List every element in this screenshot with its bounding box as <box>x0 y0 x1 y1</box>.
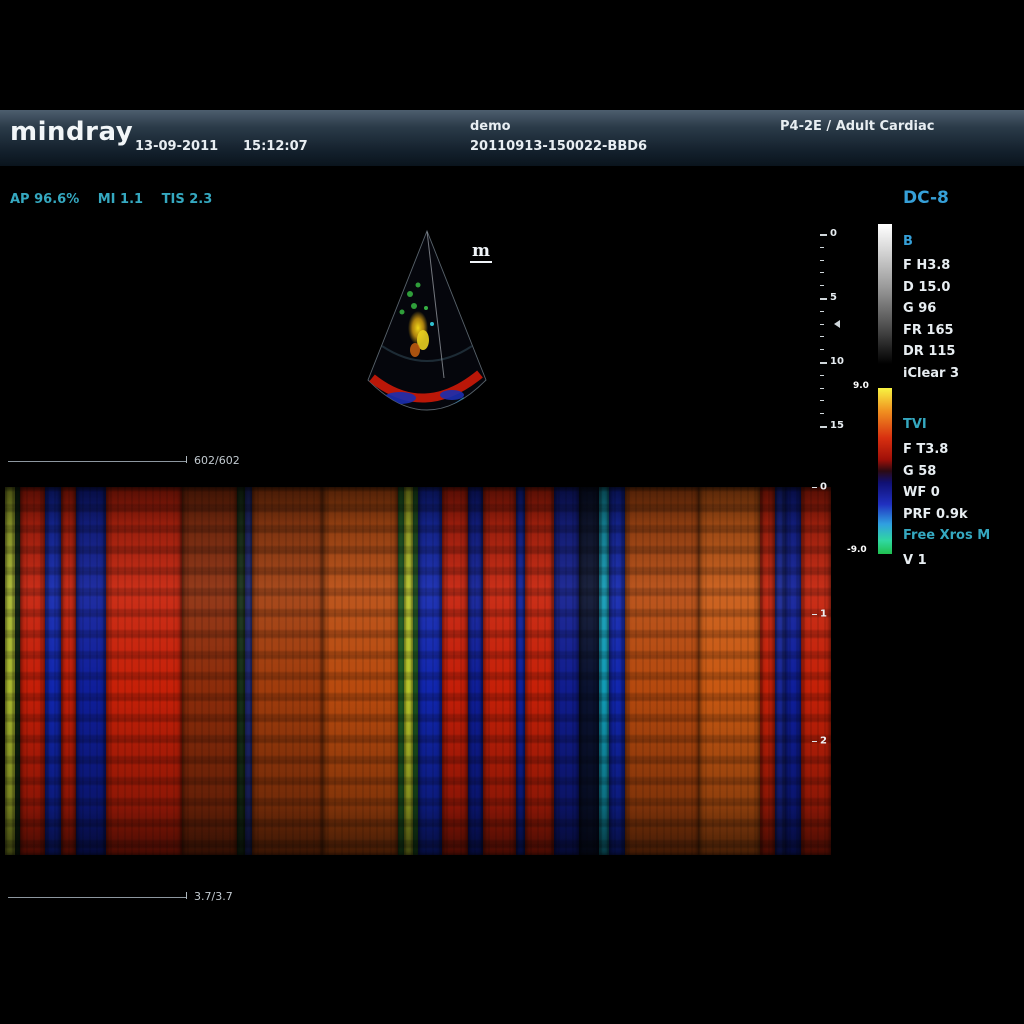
top-ruler-tick <box>186 456 187 463</box>
header-bar: mindray 13-09-2011 15:12:07 demo 2011091… <box>0 110 1024 166</box>
depth-tick <box>820 375 824 376</box>
mmode-tick <box>812 487 817 488</box>
mmode-stripe <box>237 487 245 855</box>
top-ruler-line <box>8 461 186 462</box>
thermal-index: TIS 2.3 <box>162 192 213 207</box>
mmode-stripe <box>625 487 700 855</box>
depth-tick <box>820 336 824 337</box>
mmode-stripe <box>61 487 76 855</box>
depth-tick <box>820 413 824 414</box>
mechanical-index: MI 1.1 <box>98 192 143 207</box>
mmode-tick-label: 1 <box>820 609 827 620</box>
sweep-time: 3.7/3.7 <box>194 890 233 903</box>
mmode-stripe <box>252 487 323 855</box>
depth-tick <box>820 349 824 350</box>
tvi-scale-min: -9.0 <box>847 545 867 555</box>
mmode-stripe <box>516 487 524 855</box>
param-line: F T3.8 <box>903 439 968 461</box>
system-model: DC-8 <box>903 188 949 208</box>
focus-marker-icon <box>834 320 840 328</box>
depth-tick-label: 15 <box>830 420 844 431</box>
b-mode-params: F H3.8D 15.0G 96FR 165DR 115iClear 3 <box>903 255 959 384</box>
depth-tick <box>820 247 824 248</box>
param-line: G 58 <box>903 461 968 483</box>
mmode-stripe <box>404 487 413 855</box>
study-id: 20110913-150022-BBD6 <box>470 139 647 154</box>
free-xros-params: V 1 <box>903 550 927 572</box>
depth-tick <box>820 285 824 286</box>
depth-tick <box>820 324 824 325</box>
mmode-stripe <box>418 487 442 855</box>
depth-tick <box>820 234 827 236</box>
probe-preset: P4-2E / Adult Cardiac <box>780 119 934 134</box>
exam-time: 15:12:07 <box>243 139 308 154</box>
depth-tick <box>820 260 824 261</box>
mmode-stripe <box>245 487 253 855</box>
mmode-stripe <box>554 487 579 855</box>
mmode-tick-label: 0 <box>820 482 827 493</box>
b-mode-label: B <box>903 234 913 249</box>
tvi-mode-params: F T3.8G 58WF 0PRF 0.9k <box>903 439 968 525</box>
param-line: F H3.8 <box>903 255 959 277</box>
m-line-marker: m <box>470 243 492 263</box>
depth-tick <box>820 362 827 364</box>
param-line: FR 165 <box>903 320 959 342</box>
depth-tick-label: 0 <box>830 228 837 239</box>
acoustic-power: AP 96.6% <box>10 192 79 207</box>
brand-logo: mindray <box>10 117 133 147</box>
mmode-tick <box>812 741 817 742</box>
param-line: DR 115 <box>903 341 959 363</box>
depth-tick <box>820 388 824 389</box>
ultrasound-screen: mindray 13-09-2011 15:12:07 demo 2011091… <box>0 0 1024 1024</box>
mmode-tick-label: 2 <box>820 736 827 747</box>
mmode-stripe <box>468 487 483 855</box>
depth-tick <box>820 426 827 428</box>
param-line: PRF 0.9k <box>903 504 968 526</box>
mmode-stripe <box>106 487 182 855</box>
mmode-stripe <box>182 487 238 855</box>
mmode-depth-scale: 012 <box>812 487 834 749</box>
depth-scale: 051015 <box>820 234 846 426</box>
bottom-ruler-line <box>8 897 186 898</box>
mmode-stripe <box>5 487 15 855</box>
patient-name: demo <box>470 119 511 134</box>
mmode-stripe <box>760 487 775 855</box>
mmode-stripe <box>609 487 625 855</box>
tvi-color-bar <box>878 388 892 554</box>
tvi-scale-max: 9.0 <box>853 381 869 391</box>
mmode-stripe <box>785 487 801 855</box>
grayscale-bar <box>878 224 892 364</box>
bottom-ruler-tick <box>186 892 187 899</box>
mmode-stripe <box>599 487 609 855</box>
depth-tick-label: 10 <box>830 356 844 367</box>
tvi-mmode-image <box>5 487 831 855</box>
param-line: V 1 <box>903 550 927 572</box>
mmode-stripe <box>45 487 61 855</box>
param-line: D 15.0 <box>903 277 959 299</box>
depth-tick <box>820 311 824 312</box>
mmode-stripe <box>525 487 554 855</box>
free-xros-label: Free Xros M <box>903 528 990 543</box>
depth-tick <box>820 298 827 300</box>
mmode-stripe <box>699 487 760 855</box>
mmode-stripe <box>20 487 45 855</box>
param-line: WF 0 <box>903 482 968 504</box>
mmode-stripe <box>579 487 599 855</box>
depth-tick <box>820 272 824 273</box>
depth-tick-label: 5 <box>830 292 837 303</box>
mmode-stripe <box>76 487 106 855</box>
mmode-tick <box>812 614 817 615</box>
mmode-stripe <box>483 487 516 855</box>
param-line: G 96 <box>903 298 959 320</box>
tvi-mode-label: TVI <box>903 417 927 432</box>
mmode-stripe <box>323 487 398 855</box>
depth-tick <box>820 400 824 401</box>
mmode-stripe <box>442 487 468 855</box>
mmode-stripe <box>775 487 785 855</box>
exam-date: 13-09-2011 <box>135 139 218 154</box>
param-line: iClear 3 <box>903 363 959 385</box>
acoustic-status-line: AP 96.6% MI 1.1 TIS 2.3 <box>10 192 226 207</box>
frame-counter: 602/602 <box>194 454 240 467</box>
